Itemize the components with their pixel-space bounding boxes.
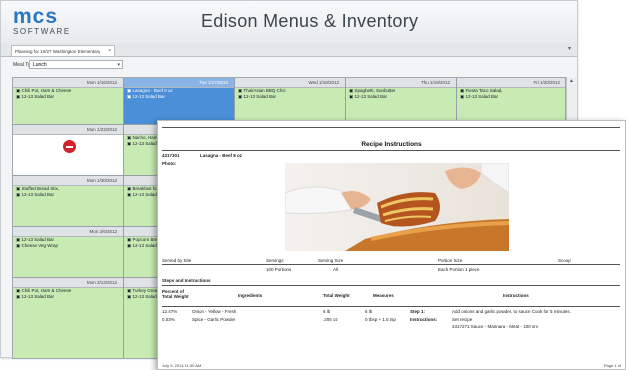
logo-main: mcs (13, 5, 59, 28)
row-ingredient: Spice - Garlic Powder (192, 317, 236, 322)
row-measure: 0 tbsp + 1.5 tsp (365, 317, 396, 322)
photo-label: Photo: (162, 161, 177, 166)
column-header: Ingredients (238, 293, 263, 298)
column-header: Total Weight (323, 293, 350, 298)
column-header: Instructions (503, 293, 529, 298)
servings-value: 100 Portions (266, 267, 292, 272)
cell-date: Wed 1/18/2012 (235, 78, 345, 88)
logo-sub: SOFTWARE (13, 27, 71, 36)
steps-heading: Steps and Instructions (162, 278, 211, 283)
calendar-cell-blocked[interactable]: Mon 1/23/2012 (13, 125, 124, 176)
menu-item[interactable]: ▣ 12-13 Salad Bar (13, 294, 123, 300)
menu-item[interactable]: ▣ 12-13 Salad Bar (124, 94, 234, 100)
row-step: Step 1: (410, 309, 426, 314)
lasagna-photo (285, 163, 509, 251)
row-instructions: 4317271 Sauce - Marinara - Meat - 100 sr… (452, 324, 539, 329)
column-header: Measures (373, 293, 394, 298)
recipe-name: Lasagna - Beef 8 oz (200, 153, 243, 158)
divider (162, 264, 620, 265)
cell-date: Mon 1/30/2012 (13, 176, 123, 186)
calendar-cell[interactable]: Mon 2/13/2012 ▣ Chili Pot, Ham & Cheese … (13, 278, 124, 358)
calendar-cell[interactable]: Wed 1/18/2012 ▣ Thai/Asian BBQ Chic ▣ 12… (235, 78, 346, 125)
row-weight: 6 lb (323, 309, 331, 314)
tab-label: Planning for 10/27 Washington Elementary (15, 49, 101, 54)
row-weight: .205 oz (323, 317, 338, 322)
chevron-down-icon: ▾ (117, 62, 120, 68)
cell-date: Mon 2/6/2012 (13, 227, 123, 237)
tab-planning[interactable]: Planning for 10/27 Washington Elementary… (11, 45, 115, 56)
cell-date: Thu 1/19/2012 (346, 78, 456, 88)
calendar-cell[interactable]: Mon 1/30/2012 ▣ Stuffed Bread Stix, ▣ 12… (13, 176, 124, 227)
divider (162, 127, 620, 128)
recipe-id: 4317301 (162, 153, 180, 158)
meal-type-select[interactable]: Lunch ▾ (29, 60, 123, 69)
tab-strip: Planning for 10/27 Washington Elementary… (1, 43, 577, 57)
serving-size-label: Serving Size (318, 258, 344, 263)
row-percent: 0.03% (162, 317, 175, 322)
menu-item[interactable]: ▣ Cheese Veg Wrap (13, 243, 123, 249)
calendar-cell[interactable]: Mon 1/16/2012 ▣ Chili Pot, Ham & Cheese … (13, 78, 124, 125)
menu-item[interactable]: ▣ 12-13 Salad Bar (457, 94, 565, 100)
close-icon[interactable]: × (108, 46, 111, 57)
served-by-label: Served by Site (162, 258, 192, 263)
divider (162, 285, 620, 286)
divider (162, 306, 620, 307)
servings-label: Servings (266, 258, 284, 263)
menu-item[interactable]: ▣ 12-13 Salad Bar (13, 192, 123, 198)
filter-bar: Meal Type Lunch ▾ (1, 57, 577, 75)
serving-size-value: All (333, 267, 339, 272)
cell-date: Tue 1/17/2012 (124, 78, 234, 88)
divider (162, 150, 620, 151)
scroll-up-icon[interactable]: ▲ (569, 78, 574, 84)
app-title: Edison Menus & Inventory (201, 11, 419, 31)
recipe-report: Recipe Instructions 4317301 Lasagna - Be… (157, 120, 626, 370)
row-step: Instructions: (410, 317, 438, 322)
menu-item[interactable]: ▣ 12-13 Salad Bar (235, 94, 345, 100)
cell-date: Mon 1/16/2012 (13, 78, 123, 88)
report-title: Recipe Instructions (361, 141, 422, 148)
cell-date: Mon 2/13/2012 (13, 278, 123, 288)
cell-date: Fri 1/20/2012 (457, 78, 565, 88)
mcs-logo: mcs SOFTWARE (13, 5, 83, 37)
no-entry-icon (63, 140, 76, 153)
row-instructions: Set recipe (452, 317, 473, 322)
column-header: Percent of Total Weight (162, 289, 189, 299)
scoop-label: Scoop (558, 258, 571, 263)
calendar-cell[interactable]: Fri 1/20/2012 ▣ Fiesta Taco Salad, ▣ 12-… (457, 78, 565, 125)
row-measure: 6 lb (365, 309, 373, 314)
row-instructions: Add onions and garlic powder, to sauce C… (452, 309, 571, 314)
title-bar: mcs SOFTWARE Edison Menus & Inventory (1, 1, 577, 44)
row-percent: 12.47% (162, 309, 178, 314)
chevron-down-icon[interactable]: ▾ (568, 45, 571, 52)
portion-size-value: Each Portion 1 piece (438, 267, 480, 272)
calendar-cell[interactable]: Thu 1/19/2012 ▣ Spaghetti, Sunbutter ▣ 1… (346, 78, 457, 125)
meal-type-value: Lunch (33, 62, 47, 68)
menu-item[interactable]: ▣ 12-13 Salad Bar (13, 94, 123, 100)
calendar-cell[interactable]: Mon 2/6/2012 ▣ 12-13 Salad Bar ▣ Cheese … (13, 227, 124, 278)
row-ingredient: Onion - Yellow - Fresh (192, 309, 237, 314)
menu-item[interactable]: ▣ 12-13 Salad Bar (346, 94, 456, 100)
portion-size-label: Portion Size (438, 258, 463, 263)
cell-date: Mon 1/23/2012 (13, 125, 123, 135)
calendar-cell-selected[interactable]: Tue 1/17/2012 ▣ Lasagna - Beef 8 oz ▣ 12… (124, 78, 235, 125)
